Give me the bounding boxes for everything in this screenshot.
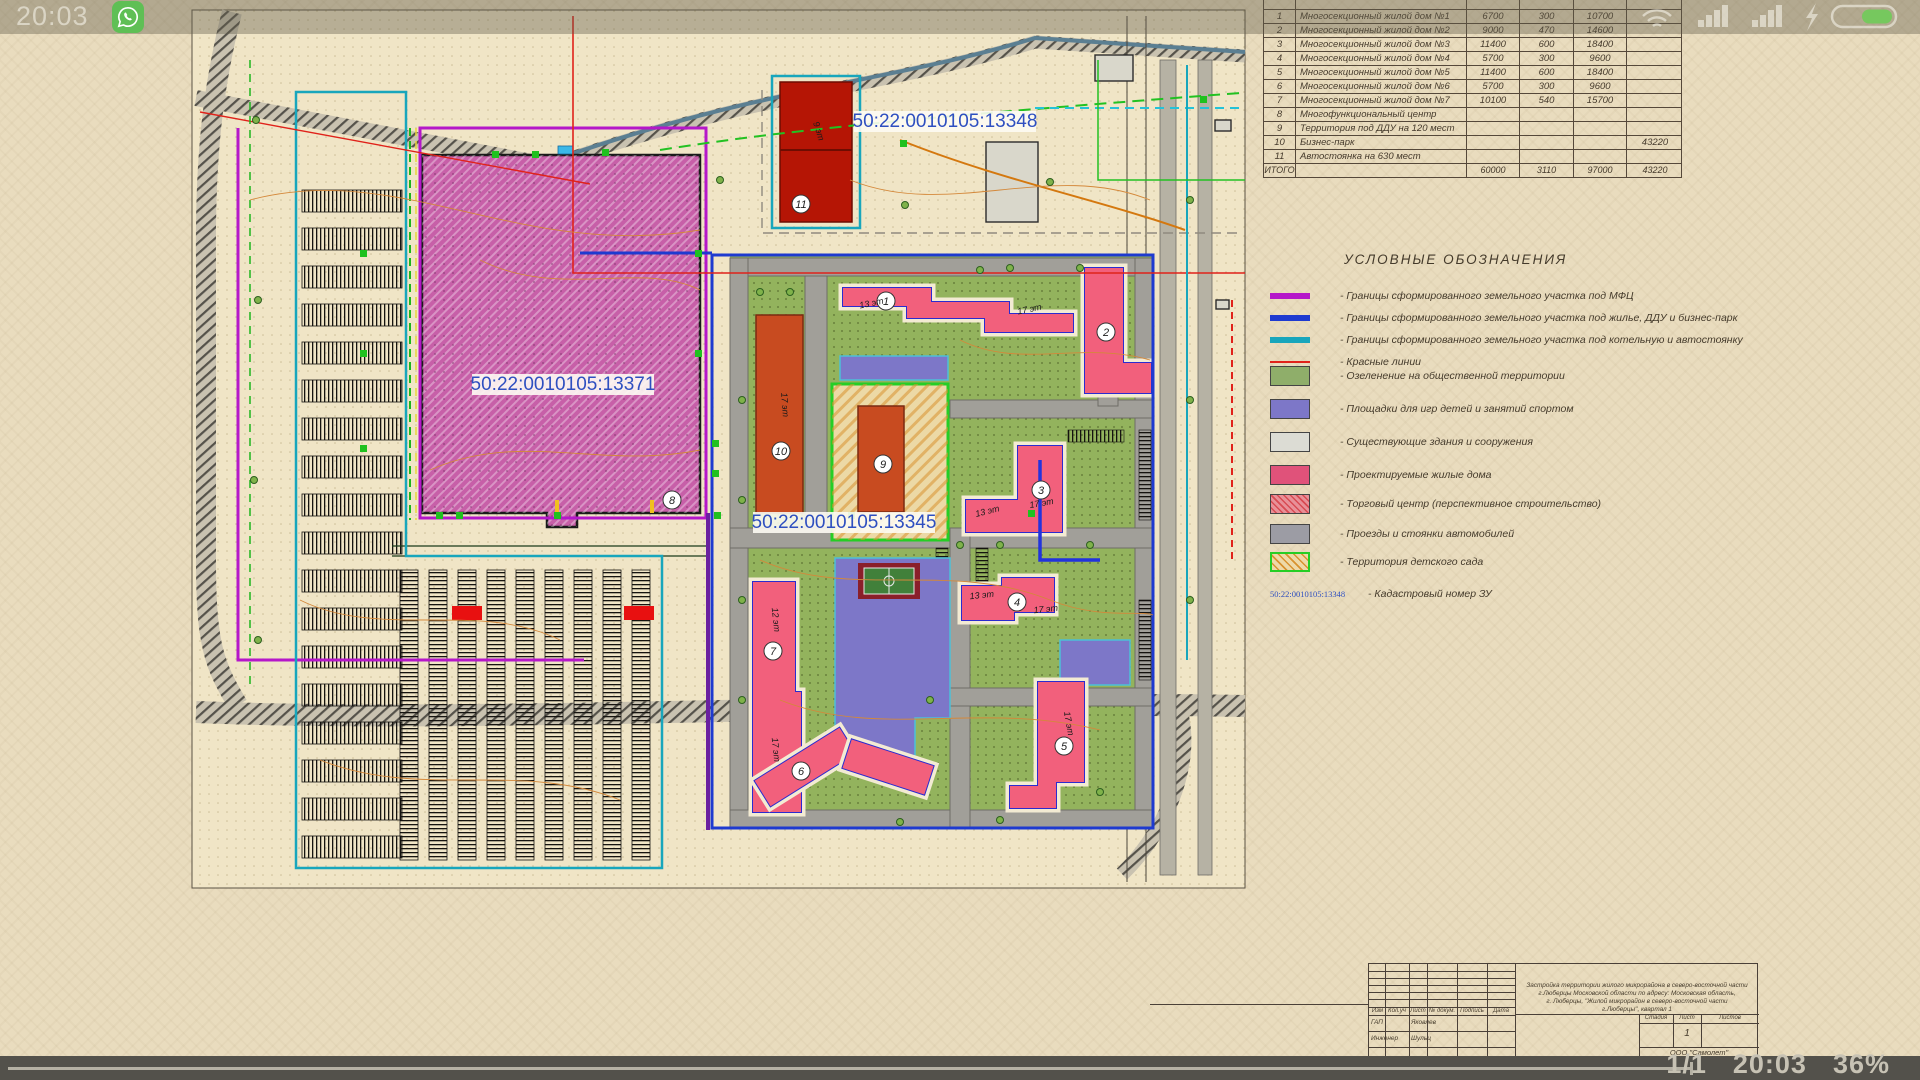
swatch-playgrounds [1270,399,1310,419]
svg-text:3: 3 [1038,485,1045,497]
tb-stage-header: Стадия [1640,1015,1672,1021]
pdf-viewer-page: 1 2 3 4 5 6 7 8 9 10 11 9 эт 17 эт 13 эт… [0,0,1920,1080]
table-row: 4Многосекционный жилой дом №457003009600 [1263,52,1682,66]
signal-icon [1698,5,1728,27]
swatch-greenery [1270,366,1310,386]
tb-col-izm: Изм [1370,1008,1385,1014]
boiler-house [780,82,852,222]
parking-strips-central [400,570,650,860]
battery-percent: 36% [1833,1049,1890,1080]
charging-bolt-icon [1806,3,1818,31]
sport-court [858,563,920,599]
wifi-icon [1643,10,1671,26]
status-icons [1620,0,1920,34]
legend-item: - Границы сформированного земельного уча… [1270,284,1634,308]
legend-item: - Торговый центр (перспективное строител… [1270,492,1601,516]
table-total-row: ИТОГО6000031109700043220 [1263,164,1682,178]
table-row: 7Многосекционный жилой дом №710100540157… [1263,94,1682,108]
legend-item: - Проезды и стоянки автомобилей [1270,522,1514,546]
whatsapp-notification-icon [112,1,144,33]
svg-text:2: 2 [1102,327,1109,339]
cadastral-13371: 50:22:0010105:13371 [471,374,656,395]
svg-text:7: 7 [770,646,777,658]
legend-item: - Проектируемые жилые дома [1270,463,1492,487]
table-row: 10Бизнес-парк43220 [1263,136,1682,150]
legend-title: УСЛОВНЫЕ ОБОЗНАЧЕНИЯ [1344,252,1567,267]
swatch-existing-buildings [1270,432,1310,452]
reader-bottom-bar: 1/1 20:03 36% [0,1056,1920,1080]
page-indicator: 1/1 [1666,1049,1707,1080]
svg-text:11: 11 [795,199,806,211]
parking-red-mark [452,606,482,620]
swatch-boundary-housing [1270,315,1310,321]
tb-col-data: Дата [1488,1008,1514,1014]
cadastral-sample: 50:22:0010105:13348 [1270,589,1362,599]
svg-text:6: 6 [798,766,805,778]
reading-progress-bar[interactable] [8,1067,1690,1070]
svg-text:5: 5 [1061,741,1068,753]
svg-text:8: 8 [669,495,676,507]
tb-list-header: Лист [1674,1015,1700,1021]
tb-role-name: Яковлев [1411,1019,1481,1026]
table-row: 8Многофункциональный центр [1263,108,1682,122]
legend-item: - Границы сформированного земельного уча… [1270,328,1743,352]
swatch-kindergarten [1270,552,1310,572]
tb-col-koluch: Кол.уч [1386,1008,1408,1014]
tb-col-list: Лист [1410,1008,1426,1014]
table-row: 3Многосекционный жилой дом №311400600184… [1263,38,1682,52]
tb-col-dokum: № докум. [1428,1008,1456,1014]
svg-text:1: 1 [883,296,889,308]
legend-item: 50:22:0010105:13348- Кадастровый номер З… [1270,582,1492,606]
status-time: 20:03 [16,1,89,32]
legend-item: - Существующие здания и сооружения [1270,430,1533,454]
swatch-boundary-mfc [1270,293,1310,299]
clock: 20:03 [1733,1049,1807,1080]
parking-red-mark [624,606,654,620]
table-row: 6Многосекционный жилой дом №657003009600 [1263,80,1682,94]
battery-icon [1832,6,1896,27]
table-row: 9Территория под ДДУ на 120 мест [1263,122,1682,136]
frame-line [1150,1004,1368,1005]
table-row: 11Автостоянка на 630 мест [1263,150,1682,164]
tb-listov-header: Листов [1702,1015,1758,1021]
table-row: 5Многосекционный жилой дом №511400600184… [1263,66,1682,80]
cadastral-13348: 50:22:0010105:13348 [853,111,1038,132]
reader-status-text: 1/1 20:03 36% [1666,1049,1890,1080]
legend-item: - Площадки для игр детей и занятий спорт… [1270,397,1574,421]
svg-text:4: 4 [1014,597,1020,609]
title-block: Изм Кол.уч Лист № докум. Подпись Дата ГА… [1368,963,1758,1057]
tb-role: Инженер [1371,1035,1411,1042]
legend-item: - Территория детского сада [1270,550,1483,574]
tb-sheet-number: 1 [1674,1028,1700,1039]
legend-item: - Границы сформированного земельного уча… [1270,306,1738,330]
tower-building [756,315,803,513]
legend-item: - Озеленение на общественной территории [1270,364,1565,388]
status-bar: 20:03 [0,0,1920,34]
swatch-driveways [1270,524,1310,544]
tb-role: ГАП [1371,1019,1411,1026]
svg-text:9: 9 [880,459,886,471]
svg-text:10: 10 [775,446,788,458]
swatch-shopping-center [1270,494,1310,514]
tb-role-name: Шульц [1411,1035,1481,1042]
pool-marker [558,146,573,154]
project-description: Застройка территории жилого микрорайона … [1519,982,1755,1014]
cadastral-13345: 50:22:0010105:13345 [752,512,937,533]
swatch-red-lines [1270,361,1310,363]
swatch-planned-housing [1270,465,1310,485]
signal-icon-2 [1752,5,1782,27]
swatch-boundary-boiler [1270,337,1310,343]
tb-col-podpis: Подпись [1458,1008,1486,1014]
svg-text:17 эт: 17 эт [779,392,791,418]
